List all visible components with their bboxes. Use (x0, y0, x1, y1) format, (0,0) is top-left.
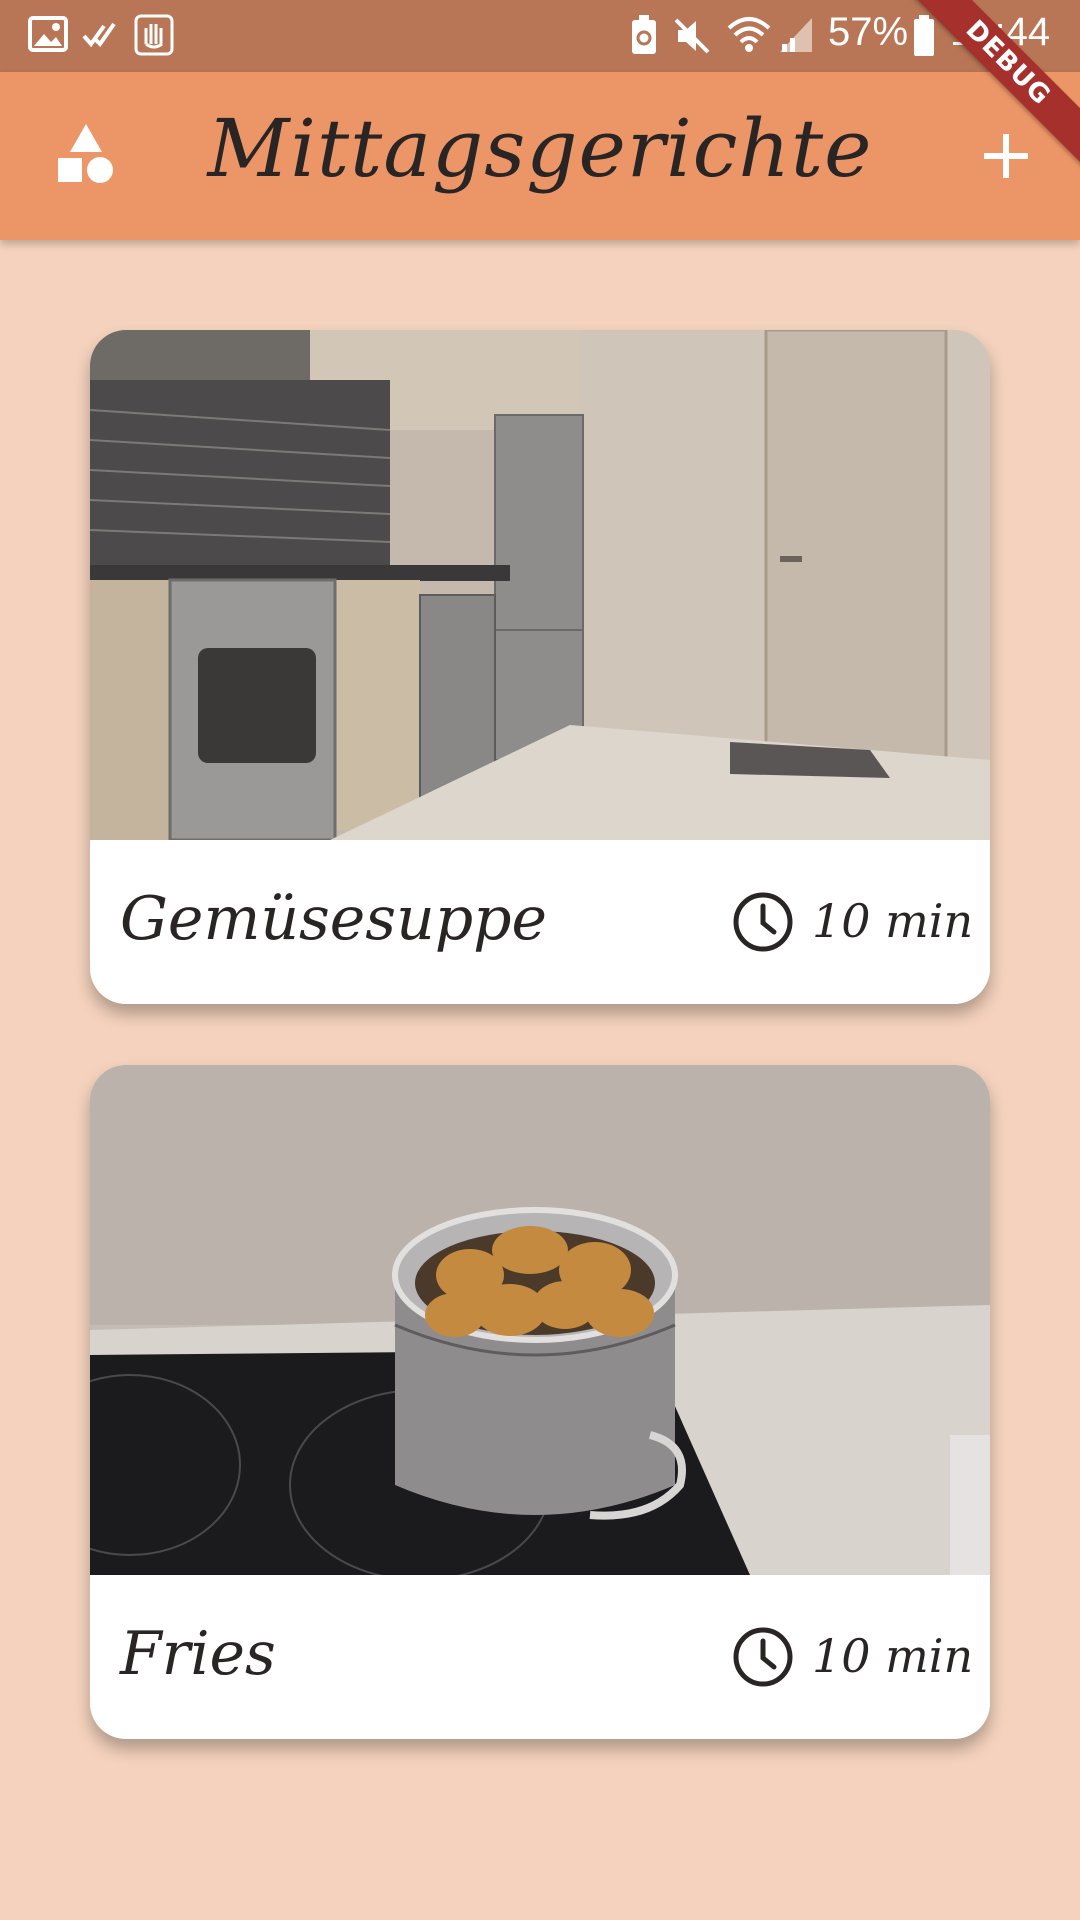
recipe-card[interactable]: Gemüsesuppe 10 min (90, 330, 990, 1004)
recipe-duration: 10 min (812, 894, 974, 948)
signal-icon (780, 18, 812, 52)
recipe-title: Gemüsesuppe (120, 884, 548, 954)
status-bar: 57% 10:44 (0, 0, 1080, 72)
page-title: Mittagsgerichte (207, 102, 873, 195)
recipe-image-pot (90, 1065, 990, 1575)
battery-percent: 57% (828, 10, 909, 54)
recipe-duration: 10 min (812, 1629, 974, 1683)
image-icon (28, 16, 68, 52)
clock-icon (733, 892, 793, 952)
recipe-card[interactable]: Fries 10 min (90, 1065, 990, 1739)
recipe-card-footer: Fries 10 min (90, 1575, 990, 1739)
recipe-image-kitchen (90, 330, 990, 840)
wifi-icon (727, 17, 771, 52)
battery-icon (914, 15, 934, 56)
mute-icon (674, 18, 710, 54)
hand-icon (134, 14, 174, 56)
checks-icon (82, 22, 116, 48)
app-bar: Mittagsgerichte (0, 72, 1080, 240)
recipe-title: Fries (120, 1619, 276, 1689)
clock-icon (733, 1627, 793, 1687)
battery-saver-icon (632, 15, 656, 54)
recipe-card-footer: Gemüsesuppe 10 min (90, 840, 990, 1004)
add-icon[interactable] (980, 130, 1032, 182)
